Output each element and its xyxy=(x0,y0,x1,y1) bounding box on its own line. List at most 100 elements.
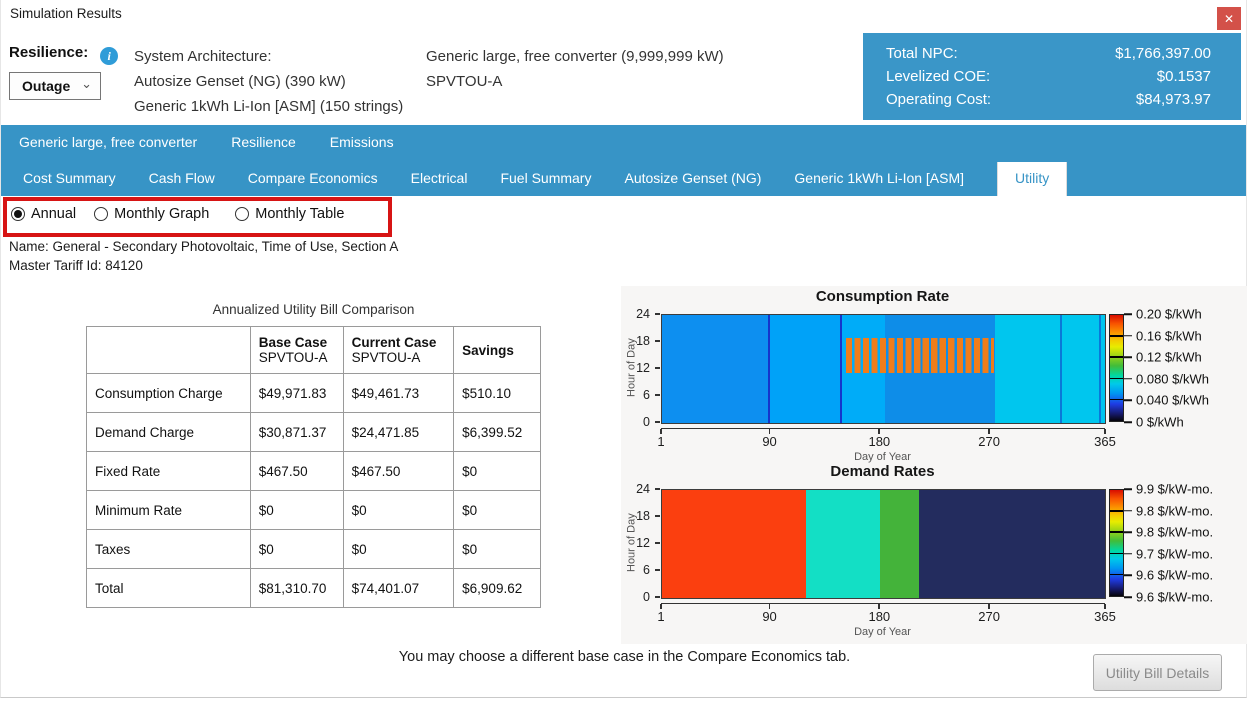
colorbar-tick-label: 9.8 $/kW-mo. xyxy=(1136,525,1213,540)
row-base: $467.50 xyxy=(250,452,343,491)
bill-comparison-table: Base Case SPVTOU-A Current Case SPVTOU-A… xyxy=(86,326,541,608)
colorbar-tick-line xyxy=(1110,553,1123,555)
colorbar-tick-line xyxy=(1110,399,1123,401)
colorbar-tick-line xyxy=(1110,378,1123,380)
season-boundary-line xyxy=(1099,315,1101,423)
simulation-results-window: Simulation Results ✕ Resilience:i Outage… xyxy=(0,0,1247,698)
tab-generic-large-free-converter[interactable]: Generic large, free converter xyxy=(19,134,197,150)
colorbar-tick-mark xyxy=(1124,596,1132,598)
results-summary-box: Total NPC: $1,766,397.00 Levelized COE: … xyxy=(863,33,1241,120)
tab-fuel-summary[interactable]: Fuel Summary xyxy=(500,162,591,196)
rate-region xyxy=(806,490,880,598)
row-savings: $0 xyxy=(454,530,541,569)
table-header-row: Base Case SPVTOU-A Current Case SPVTOU-A… xyxy=(87,327,541,374)
header-empty xyxy=(87,327,251,374)
chart-title: Consumption Rate xyxy=(661,288,1104,305)
radio-annual[interactable]: Annual xyxy=(11,206,76,222)
row-label: Total xyxy=(87,569,251,608)
x-axis-ticks: 190180270365 xyxy=(661,609,1105,624)
y-tick-mark xyxy=(655,421,660,423)
system-architecture-battery: Generic 1kWh Li-Ion [ASM] (150 strings) xyxy=(134,94,403,119)
x-tick-label: 180 xyxy=(868,609,890,624)
y-tick-label: 18 xyxy=(636,334,650,348)
row-base: $49,971.83 xyxy=(250,374,343,413)
bill-comparison-section: Annualized Utility Bill Comparison Base … xyxy=(86,302,541,608)
y-tick-label: 12 xyxy=(636,536,650,550)
table-row: Demand Charge $30,871.37 $24,471.85 $6,3… xyxy=(87,413,541,452)
system-architecture-label: System Architecture: xyxy=(134,44,403,69)
tab-generic-1kwh-li-ion[interactable]: Generic 1kWh Li-Ion [ASM] xyxy=(794,162,964,196)
row-base: $81,310.70 xyxy=(250,569,343,608)
operating-cost-row: Operating Cost: $84,973.97 xyxy=(886,88,1211,111)
consumption-rate-chart: Consumption Rate Hour of Day 06121824 19… xyxy=(623,288,1247,463)
tariff-name: Name: General - Secondary Photovoltaic, … xyxy=(9,238,398,257)
tariff-info: Name: General - Secondary Photovoltaic, … xyxy=(9,238,398,275)
colorbar-tick-line xyxy=(1110,574,1123,576)
x-tick-label: 1 xyxy=(657,434,664,449)
row-savings: $0 xyxy=(454,491,541,530)
colorbar-tick-mark xyxy=(1124,531,1132,533)
x-tick-label: 90 xyxy=(762,609,776,624)
close-icon[interactable]: ✕ xyxy=(1217,7,1241,30)
row-base: $0 xyxy=(250,491,343,530)
row-base: $30,871.37 xyxy=(250,413,343,452)
colorbar-tick-mark xyxy=(1124,510,1132,512)
tab-utility[interactable]: Utility xyxy=(997,162,1067,196)
heatmap-plot xyxy=(661,314,1106,424)
row-label: Minimum Rate xyxy=(87,491,251,530)
tab-row-results: Cost Summary Cash Flow Compare Economics… xyxy=(23,162,1067,196)
colorbar-tick-mark xyxy=(1124,335,1132,337)
y-tick-mark xyxy=(655,542,660,544)
colorbar-tick-line xyxy=(1110,356,1123,358)
y-tick-mark xyxy=(655,515,660,517)
tab-autosize-genset[interactable]: Autosize Genset (NG) xyxy=(624,162,761,196)
tab-compare-economics[interactable]: Compare Economics xyxy=(248,162,378,196)
row-current: $467.50 xyxy=(343,452,454,491)
resilience-label: Resilience:i xyxy=(9,44,118,65)
colorbar xyxy=(1109,489,1124,597)
x-axis-label: Day of Year xyxy=(661,626,1104,638)
tab-cash-flow[interactable]: Cash Flow xyxy=(149,162,215,196)
colorbar-tick-label: 9.6 $/kW-mo. xyxy=(1136,590,1213,605)
rate-region xyxy=(995,315,1105,423)
info-icon[interactable]: i xyxy=(100,47,118,65)
header-base-case-title: Base Case xyxy=(259,335,327,350)
system-architecture-col1: System Architecture: Autosize Genset (NG… xyxy=(134,44,403,119)
radio-monthly-table[interactable]: Monthly Table xyxy=(235,206,344,222)
y-tick-mark xyxy=(655,367,660,369)
tab-electrical[interactable]: Electrical xyxy=(411,162,468,196)
tab-cost-summary[interactable]: Cost Summary xyxy=(23,162,116,196)
y-tick-label: 0 xyxy=(643,590,650,604)
outage-dropdown[interactable]: Outage ⌄ xyxy=(9,72,101,100)
rate-region xyxy=(919,490,1105,598)
x-tick-label: 270 xyxy=(978,434,1000,449)
colorbar-tick-line xyxy=(1110,531,1123,533)
y-tick-label: 18 xyxy=(636,509,650,523)
y-tick-label: 24 xyxy=(636,482,650,496)
colorbar-tick-mark xyxy=(1124,313,1132,315)
colorbar-tick-mark xyxy=(1124,378,1132,380)
operating-cost-label: Operating Cost: xyxy=(886,88,991,111)
window-title: Simulation Results xyxy=(10,6,122,21)
colorbar-tick-line xyxy=(1110,335,1123,337)
colorbar-tick-line xyxy=(1110,510,1123,512)
colorbar-tick-label: 9.6 $/kW-mo. xyxy=(1136,568,1213,583)
table-row: Taxes $0 $0 $0 xyxy=(87,530,541,569)
radio-annual-label: Annual xyxy=(31,206,76,222)
tab-emissions[interactable]: Emissions xyxy=(330,134,394,150)
colorbar-tick-label: 0.040 $/kWh xyxy=(1136,393,1209,408)
peak-rate-stripes xyxy=(846,338,994,374)
chevron-down-icon: ⌄ xyxy=(81,71,92,97)
system-architecture-converter: Generic large, free converter (9,999,999… xyxy=(426,44,724,69)
radio-monthly-graph[interactable]: Monthly Graph xyxy=(94,206,209,222)
y-axis-ticks: 06121824 xyxy=(623,314,660,422)
tab-resilience[interactable]: Resilience xyxy=(231,134,296,150)
utility-bill-details-button[interactable]: Utility Bill Details xyxy=(1093,654,1222,691)
tariff-master-id: Master Tariff Id: 84120 xyxy=(9,257,398,276)
heatmap-plot xyxy=(661,489,1106,599)
row-current: $24,471.85 xyxy=(343,413,454,452)
table-row: Fixed Rate $467.50 $467.50 $0 xyxy=(87,452,541,491)
colorbar-tick-mark xyxy=(1124,400,1132,402)
colorbar-tick-label: 0.12 $/kWh xyxy=(1136,350,1202,365)
levelized-coe-value: $0.1537 xyxy=(1157,65,1211,88)
